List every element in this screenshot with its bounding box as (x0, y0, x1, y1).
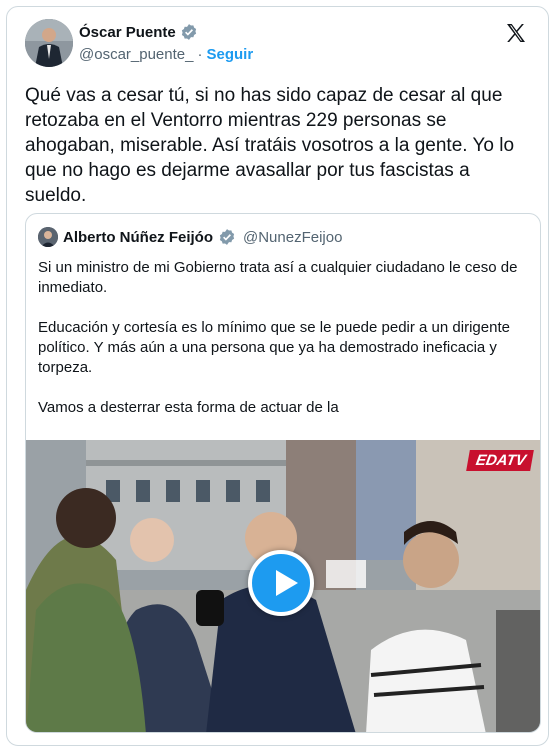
quoted-author-name[interactable]: Alberto Núñez Feijóo (63, 229, 213, 246)
separator-dot: · (197, 46, 203, 63)
author-handle-row: @oscar_puente_ · Seguir (79, 46, 253, 63)
play-icon[interactable] (248, 550, 314, 616)
verified-badge-icon (218, 228, 236, 246)
follow-button[interactable]: Seguir (206, 46, 253, 63)
quoted-text: Si un ministro de mi Gobierno trata así … (38, 259, 518, 416)
tweet-text: Qué vas a cesar tú, si no has sido capaz… (25, 85, 515, 206)
author-display-name[interactable]: Óscar Puente (79, 24, 176, 41)
quoted-author-avatar[interactable] (38, 227, 58, 247)
x-logo-icon[interactable] (504, 21, 528, 45)
author-name-row: Óscar Puente (79, 23, 198, 41)
video-watermark: EDATV (466, 450, 534, 471)
quoted-header: Alberto Núñez Feijóo @NunezFeijoo (38, 227, 342, 247)
video-player[interactable]: EDATV (26, 440, 540, 732)
quoted-author-handle[interactable]: @NunezFeijoo (243, 229, 342, 246)
verified-badge-icon (180, 23, 198, 41)
quoted-tweet[interactable]: Alberto Núñez Feijóo @NunezFeijoo Si un … (25, 213, 541, 733)
tweet-card: Óscar Puente @oscar_puente_ · Seguir Qué… (6, 6, 549, 746)
author-handle[interactable]: @oscar_puente_ (79, 46, 193, 63)
author-avatar[interactable] (25, 19, 73, 67)
